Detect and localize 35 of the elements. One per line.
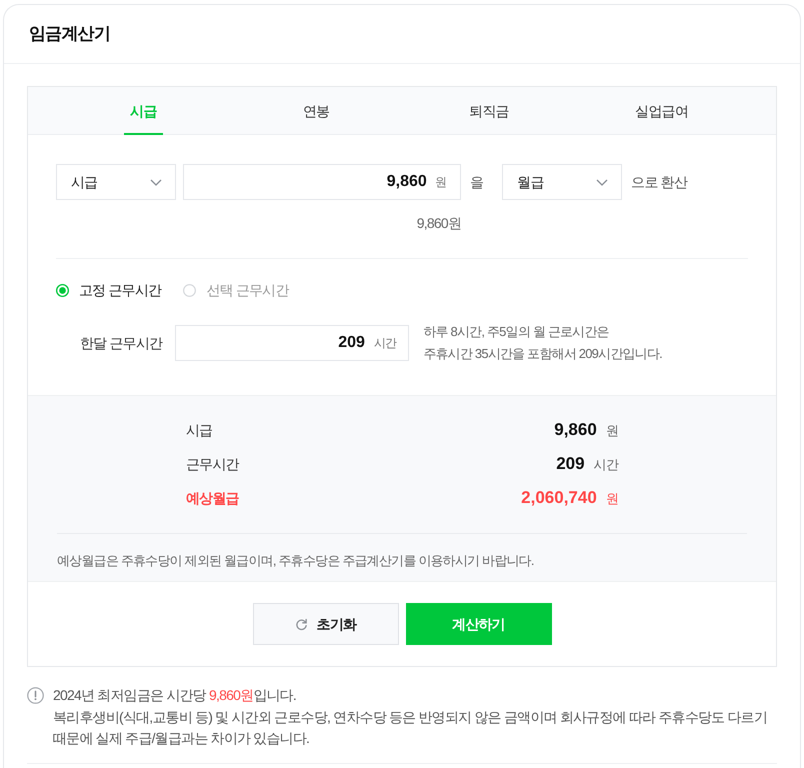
chevron-down-icon bbox=[150, 178, 162, 186]
dropdown-select[interactable]: 시급 bbox=[56, 164, 176, 200]
radio-label[interactable]: 고정 근무시간 bbox=[79, 280, 162, 300]
amount-field[interactable]: 9,860 원 bbox=[183, 164, 461, 200]
summary-value: 9,860 bbox=[554, 419, 597, 442]
unit-label: 원 bbox=[606, 422, 618, 440]
minimum-wage-notice: 2024년 최저임금은 시간당 9,860원입니다. bbox=[53, 686, 297, 705]
exclamation-circle-icon bbox=[27, 687, 44, 704]
refresh-icon bbox=[294, 618, 308, 630]
amount-readout: 9,860원 bbox=[416, 215, 461, 231]
summary-value: 2,060,740 bbox=[521, 487, 597, 510]
unit-label: 시간 bbox=[374, 335, 396, 352]
summary-label: 예상월급 bbox=[186, 488, 239, 508]
hours-label: 한달 근무시간 bbox=[80, 334, 162, 352]
dropdown-select[interactable]: 월급 bbox=[502, 164, 622, 200]
unit-label: 원 bbox=[606, 490, 618, 508]
unit-label: 시간 bbox=[594, 456, 618, 474]
monthly-hours-field[interactable]: 209 시간 bbox=[175, 325, 410, 361]
radio-button[interactable] bbox=[56, 284, 69, 296]
tab[interactable]: 연봉 bbox=[296, 87, 336, 135]
particle-text: 을 bbox=[470, 172, 484, 192]
summary-note: 예상월급은 주휴수당이 제외된 월급이며, 주휴수당은 주급계산기를 이용하시기 바랍니다. bbox=[57, 552, 535, 570]
summary-label: 시급 bbox=[186, 420, 212, 440]
hours-description: 하루 8시간, 주5일의 월 근로시간은 주휴시간 35시간을 포함해서 209시간입니다. bbox=[423, 323, 662, 363]
summary-value: 209 bbox=[556, 453, 585, 476]
summary-label: 근무시간 bbox=[186, 454, 239, 474]
unit-label: 원 bbox=[434, 174, 446, 191]
radio-button[interactable] bbox=[183, 284, 196, 296]
reset-button[interactable]: 초기화 bbox=[252, 603, 398, 645]
disclaimer-text: 복리후생비(식대,교통비 등) 및 시간외 근로수당, 연차수당 등은 반영되지 않은 금액이며 회사규정에 따라 주휴수당도 다르기 때문에 실제 주급/월급과는 차이가 있습니다. bbox=[53, 708, 768, 748]
tab[interactable]: 실업급여 bbox=[629, 87, 694, 135]
conversion-suffix-text: 으로 환산 bbox=[631, 172, 688, 192]
tab[interactable]: 퇴직금 bbox=[463, 87, 515, 135]
page-title: 임금계산기 bbox=[29, 23, 110, 46]
chevron-down-icon bbox=[596, 178, 608, 186]
